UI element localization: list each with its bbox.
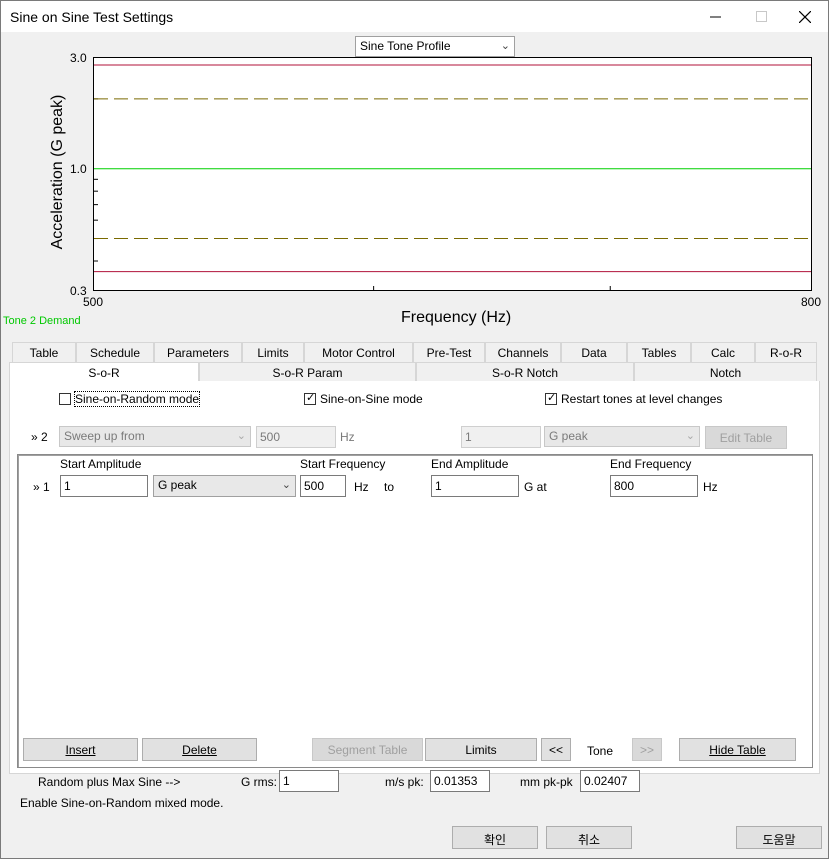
close-button[interactable] [782, 1, 828, 32]
mm-pk-pk-label: mm pk-pk [520, 775, 573, 789]
chevron-down-icon: ⌄ [685, 430, 695, 442]
minimize-icon [709, 16, 721, 18]
minimize-button[interactable] [692, 1, 738, 32]
x-tick-right: 800 [801, 295, 822, 309]
checkbox-label: Restart tones at level changes [561, 392, 723, 406]
delete-label: Delete [182, 743, 217, 757]
checkbox-label: Sine-on-Sine mode [320, 392, 423, 406]
maximize-button [738, 1, 784, 32]
g-at-label: G at [524, 480, 547, 494]
tab-r-o-r[interactable]: R-o-R [755, 342, 817, 362]
edit-table-button: Edit Table [705, 426, 787, 449]
delete-button[interactable]: Delete [142, 738, 257, 761]
sweep-direction-value: Sweep up from [64, 429, 145, 443]
tab-tables[interactable]: Tables [627, 342, 691, 362]
tab-row-1: Table Schedule Parameters Limits Motor C… [9, 342, 820, 362]
sweep-hz-label: Hz [340, 430, 355, 444]
status-text: Enable Sine-on-Random mixed mode. [20, 796, 224, 810]
tab-notch[interactable]: Notch [634, 362, 817, 382]
close-icon [799, 10, 811, 23]
start-amplitude-header: Start Amplitude [60, 457, 142, 471]
y-tick-mid: 1.0 [70, 162, 87, 176]
amplitude-units-select[interactable]: G peak ⌄ [153, 475, 296, 497]
chevron-down-icon: ⌄ [500, 40, 510, 52]
tab-motor-control[interactable]: Motor Control [304, 342, 413, 362]
y-tick-top: 3.0 [70, 51, 87, 65]
start-frequency-input[interactable]: 500 [300, 475, 346, 497]
previous-tone-button[interactable]: << [541, 738, 571, 761]
dialog-window: Sine on Sine Test Settings Sine Tone Pro… [0, 0, 829, 859]
end-frequency-header: End Frequency [610, 457, 692, 471]
ms-pk-label: m/s pk: [385, 775, 424, 789]
sine-on-random-checkbox[interactable]: Sine-on-Random mode [59, 391, 201, 407]
chevron-down-icon: ⌄ [236, 430, 246, 442]
start-hz-label: Hz [354, 480, 369, 494]
y-axis-label: Acceleration (G peak) [49, 94, 66, 250]
ms-pk-value: 0.01353 [430, 770, 490, 792]
tone-label: Tone [587, 744, 614, 758]
to-label: to [384, 480, 395, 494]
end-amplitude-input[interactable]: 1 [431, 475, 519, 497]
start-amplitude-input[interactable]: 1 [60, 475, 148, 497]
insert-button[interactable]: Insert [23, 738, 138, 761]
window-title: Sine on Sine Test Settings [10, 9, 174, 25]
segment-table [17, 454, 813, 768]
tab-s-o-r[interactable]: S-o-R [9, 362, 199, 383]
profile-select[interactable]: Sine Tone Profile ⌄ [355, 36, 515, 57]
tab-row-2: S-o-R S-o-R Param S-o-R Notch Notch [9, 362, 820, 383]
tone-amplitude-input: 1 [461, 426, 541, 448]
tab-pre-test[interactable]: Pre-Test [413, 342, 485, 362]
maximize-icon [755, 11, 767, 22]
sine-on-sine-checkbox[interactable]: Sine-on-Sine mode [304, 391, 423, 406]
checkbox-box [304, 391, 316, 405]
hide-table-button[interactable]: Hide Table [679, 738, 796, 761]
end-hz-label: Hz [703, 480, 718, 494]
checkbox-box [545, 391, 557, 405]
tab-parameters[interactable]: Parameters [154, 342, 242, 362]
tab-table[interactable]: Table [12, 342, 76, 362]
x-tick-left: 500 [83, 295, 104, 309]
sweep-frequency-input: 500 [256, 426, 336, 448]
restart-tones-checkbox[interactable]: Restart tones at level changes [545, 391, 723, 406]
tab-s-o-r-notch[interactable]: S-o-R Notch [416, 362, 634, 382]
title-bar: Sine on Sine Test Settings [1, 1, 828, 32]
mm-pk-pk-value: 0.02407 [580, 770, 640, 792]
series-legend-label: Tone 2 Demand [3, 315, 81, 327]
insert-label: Insert [65, 743, 96, 757]
help-button[interactable]: 도움말 [736, 826, 822, 849]
end-frequency-input[interactable]: 800 [610, 475, 698, 497]
tone-units-select: G peak ⌄ [544, 426, 700, 447]
amplitude-units-value: G peak [158, 478, 197, 492]
checkbox-box [59, 393, 71, 405]
checkbox-label: Sine-on-Random mode [73, 391, 201, 407]
row-1-marker: » 1 [33, 480, 50, 494]
tab-channels[interactable]: Channels [485, 342, 561, 362]
chart-plot-area [93, 57, 812, 291]
tab-calc[interactable]: Calc [691, 342, 755, 362]
tone-units-value: G peak [549, 429, 588, 443]
start-frequency-header: Start Frequency [300, 457, 386, 471]
next-tone-button: >> [632, 738, 662, 761]
sweep-direction-select: Sweep up from ⌄ [59, 426, 251, 447]
tab-schedule[interactable]: Schedule [76, 342, 154, 362]
profile-select-value: Sine Tone Profile [360, 39, 451, 53]
row-2-marker: » 2 [31, 430, 48, 444]
tab-s-o-r-param[interactable]: S-o-R Param [199, 362, 416, 382]
ok-button[interactable]: 확인 [452, 826, 538, 849]
limits-button[interactable]: Limits [425, 738, 537, 761]
cancel-button[interactable]: 취소 [546, 826, 632, 849]
x-axis-label: Frequency (Hz) [401, 309, 512, 326]
segment-table-button: Segment Table [312, 738, 423, 761]
chevron-down-icon: ⌄ [281, 479, 291, 491]
grms-input[interactable]: 1 [279, 770, 339, 792]
grms-label: G rms: [241, 775, 277, 789]
tab-limits[interactable]: Limits [242, 342, 304, 362]
chart-svg [94, 64, 811, 290]
random-plus-max-sine-label: Random plus Max Sine --> [38, 775, 181, 789]
tab-data[interactable]: Data [561, 342, 627, 362]
hide-table-label: Hide Table [709, 743, 766, 757]
end-amplitude-header: End Amplitude [431, 457, 509, 471]
